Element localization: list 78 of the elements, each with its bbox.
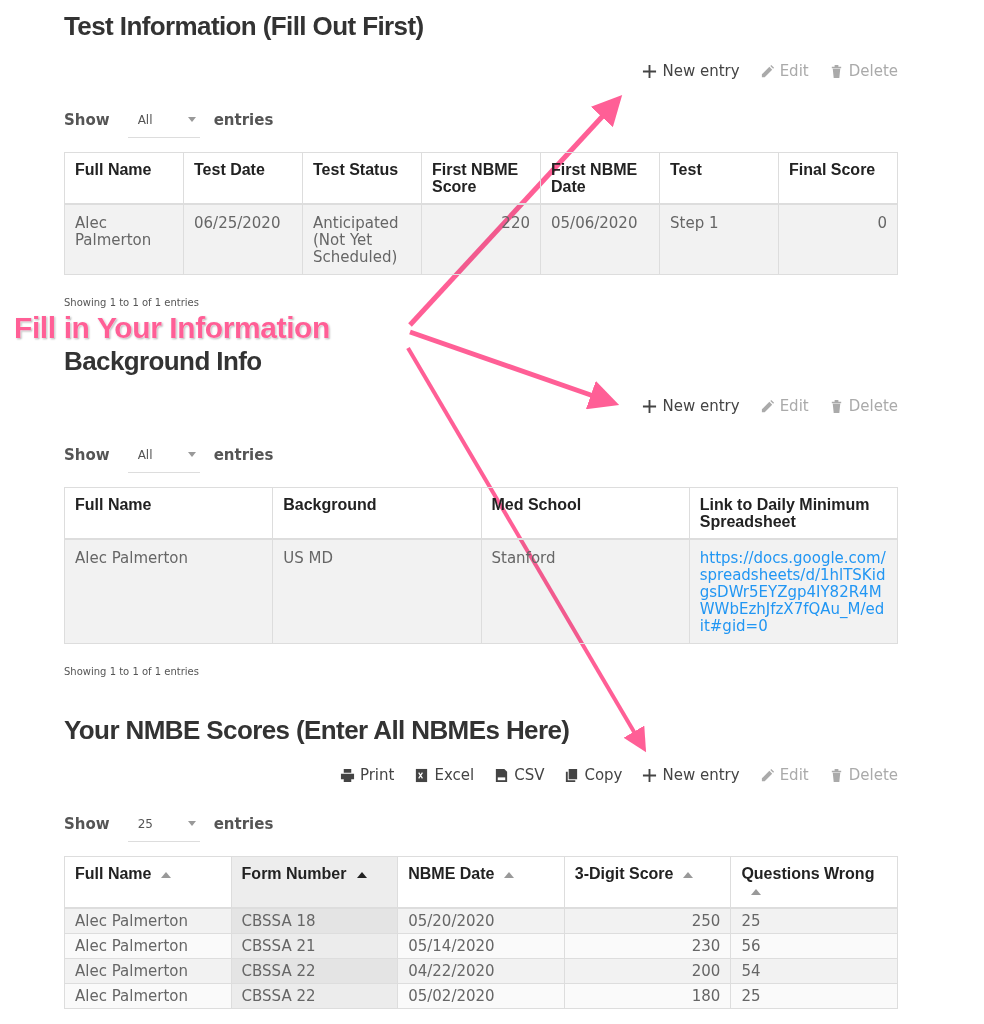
caret-icon	[187, 117, 196, 122]
plus-icon	[642, 63, 658, 79]
table-cell: 180	[564, 983, 731, 1009]
table-cell: 54	[730, 958, 898, 984]
table-cell: 04/22/2020	[397, 958, 565, 984]
column-header: Full Name	[64, 152, 184, 204]
table-cell: 05/02/2020	[397, 983, 565, 1009]
plus-icon	[642, 398, 658, 414]
section-title: Background Info	[64, 345, 263, 378]
caret-icon	[187, 452, 196, 457]
annotation-text: Fill in Your Information	[14, 314, 330, 342]
table-cell: 25	[730, 908, 898, 934]
column-header: Full Name	[64, 487, 273, 539]
table-cell: 05/20/2020	[397, 908, 565, 934]
entries-select[interactable]: All	[127, 437, 200, 473]
column-header[interactable]: Form Number	[231, 856, 398, 908]
file-icon	[494, 767, 510, 783]
table-cell: CBSSA 18	[231, 908, 398, 934]
copy-button[interactable]: Copy	[564, 766, 623, 784]
pencil-icon	[759, 63, 775, 79]
show-label: Show	[64, 111, 110, 129]
table-cell: 05/06/2020	[540, 204, 660, 275]
new-button[interactable]: New entry	[642, 62, 740, 80]
entries-select[interactable]: All	[127, 102, 200, 138]
table-cell: CBSSA 22	[231, 983, 398, 1009]
table-cell: Alec Palmerton	[64, 204, 184, 275]
plus-icon	[642, 767, 658, 783]
table-cell: 0	[778, 204, 898, 275]
table-info: Showing 1 to 1 of 1 entries	[64, 297, 200, 309]
table-cell: 250	[564, 908, 731, 934]
new-button[interactable]: New entry	[642, 397, 740, 415]
table-cell: Alec Palmerton	[64, 539, 273, 644]
copy-icon	[564, 767, 580, 783]
sort-icon[interactable]	[356, 871, 367, 878]
table-cell: Alec Palmerton	[64, 958, 232, 984]
pencil-icon	[759, 398, 775, 414]
column-header: First NBME Score	[421, 152, 541, 204]
caret-icon	[187, 821, 196, 826]
csv-button[interactable]: CSV	[494, 766, 545, 784]
printer-icon	[339, 767, 355, 783]
column-header[interactable]: NBME Date	[397, 856, 565, 908]
entries-label: entries	[213, 815, 274, 833]
table-cell: CBSSA 21	[231, 933, 398, 959]
pencil-icon	[759, 767, 775, 783]
table-cell: 200	[564, 958, 731, 984]
section-title: Test Information (Fill Out First)	[64, 10, 425, 43]
table-cell: Step 1	[659, 204, 779, 275]
table-cell: Alec Palmerton	[64, 983, 232, 1009]
table-cell: Anticipated (Not Yet Scheduled)	[302, 204, 422, 275]
table-cell: 25	[730, 983, 898, 1009]
table-cell: Alec Palmerton	[64, 933, 232, 959]
column-header[interactable]: Questions Wrong	[730, 856, 898, 908]
column-header: Test Status	[302, 152, 422, 204]
table-cell: 06/25/2020	[183, 204, 303, 275]
show-label: Show	[64, 446, 110, 464]
column-header: Link to Daily Minimum Spreadsheet	[689, 487, 898, 539]
table-cell: 230	[564, 933, 731, 959]
new-button[interactable]: New entry	[642, 766, 740, 784]
entries-label: entries	[213, 446, 274, 464]
print-button[interactable]: Print	[339, 766, 395, 784]
table-cell: US MD	[272, 539, 481, 644]
column-header: Test Date	[183, 152, 303, 204]
entries-label: entries	[213, 111, 274, 129]
table-cell: 05/14/2020	[397, 933, 565, 959]
excel-button[interactable]: Excel	[414, 766, 475, 784]
table-cell: CBSSA 22	[231, 958, 398, 984]
column-header: Test	[659, 152, 779, 204]
column-header[interactable]: Full Name	[64, 856, 232, 908]
column-header[interactable]: 3-Digit Score	[564, 856, 731, 908]
show-label: Show	[64, 815, 110, 833]
column-header: Background	[272, 487, 481, 539]
table-info: Showing 1 to 1 of 1 entries	[64, 666, 200, 678]
spreadsheet-icon	[414, 767, 430, 783]
section-title: Your NMBE Scores (Enter All NBMEs Here)	[64, 714, 571, 747]
table-cell: 56	[730, 933, 898, 959]
table-cell: Alec Palmerton	[64, 908, 232, 934]
entries-select[interactable]: 25	[127, 806, 200, 842]
column-header: Final Score	[778, 152, 898, 204]
